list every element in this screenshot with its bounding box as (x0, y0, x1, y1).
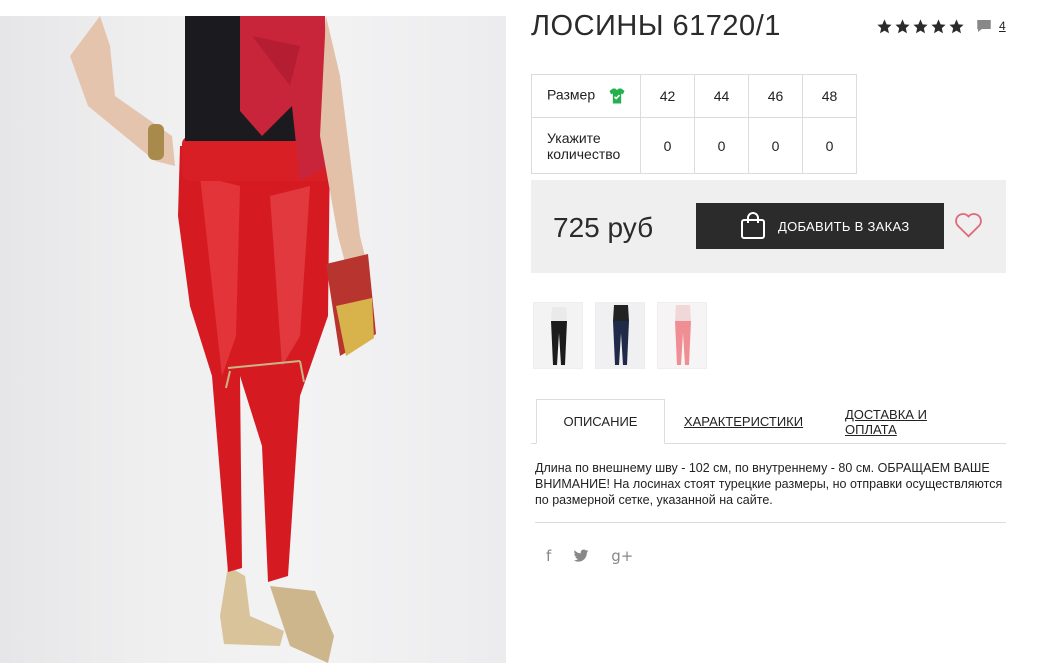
quantity-input[interactable]: 0 (748, 117, 803, 174)
tab-delivery-payment[interactable]: ДОСТАВКА И ОПЛАТА (845, 399, 973, 444)
heart-icon[interactable] (954, 212, 983, 239)
thumbnail-navy[interactable] (595, 302, 645, 369)
price: 725 руб (553, 212, 654, 243)
info-tabs: ОПИСАНИЕ ХАРАКТЕРИСТИКИ ДОСТАВКА И ОПЛАТ… (531, 399, 1006, 444)
review-count-link[interactable]: 4 (999, 19, 1006, 33)
size-cell[interactable]: 44 (694, 74, 749, 118)
rating-stars (876, 18, 965, 35)
star-icon (877, 18, 892, 33)
size-row-header: Размер (531, 74, 641, 118)
google-plus-icon[interactable]: g+ (611, 547, 633, 565)
size-cell[interactable]: 42 (640, 74, 695, 118)
star-icon (913, 18, 928, 33)
quantity-input[interactable]: 0 (802, 117, 857, 174)
size-row: Размер 42 44 46 48 (531, 74, 857, 118)
quantity-input[interactable]: 0 (640, 117, 695, 174)
quantity-input[interactable]: 0 (694, 117, 749, 174)
shirt-size-icon[interactable] (607, 86, 627, 106)
quantity-row: Укажите количество 0 0 0 0 (531, 117, 857, 174)
star-icon (931, 18, 946, 33)
divider (535, 522, 1006, 523)
star-icon (949, 18, 964, 33)
size-cell[interactable]: 46 (748, 74, 803, 118)
quantity-row-header: Укажите количество (531, 117, 641, 174)
product-title: ЛОСИНЫ 61720/1 (531, 10, 781, 42)
facebook-icon[interactable]: f (546, 547, 551, 565)
description-text: Длина по внешнему шву - 102 см, по внутр… (535, 461, 1003, 507)
star-icon (895, 18, 910, 33)
twitter-icon[interactable] (573, 549, 589, 563)
comment-icon[interactable] (975, 17, 993, 35)
social-share: f g+ (546, 547, 633, 565)
buy-box: 725 руб ДОБАВИТЬ В ЗАКАЗ (531, 180, 1006, 273)
thumbnail-black[interactable] (533, 302, 583, 369)
product-main-image[interactable] (0, 16, 506, 663)
size-table: Размер 42 44 46 48 Укажите количество 0 … (531, 74, 857, 174)
size-label: Размер (547, 86, 596, 103)
tab-characteristics[interactable]: ХАРАКТЕРИСТИКИ (684, 399, 803, 444)
thumbnail-pink[interactable] (657, 302, 707, 369)
shopping-bag-icon (741, 212, 765, 239)
rating: 4 (876, 17, 1006, 35)
add-to-order-label: ДОБАВИТЬ В ЗАКАЗ (778, 218, 910, 234)
size-cell[interactable]: 48 (802, 74, 857, 118)
tab-description[interactable]: ОПИСАНИЕ (536, 399, 665, 444)
color-thumbnails (533, 302, 707, 369)
add-to-order-button[interactable]: ДОБАВИТЬ В ЗАКАЗ (696, 203, 944, 249)
